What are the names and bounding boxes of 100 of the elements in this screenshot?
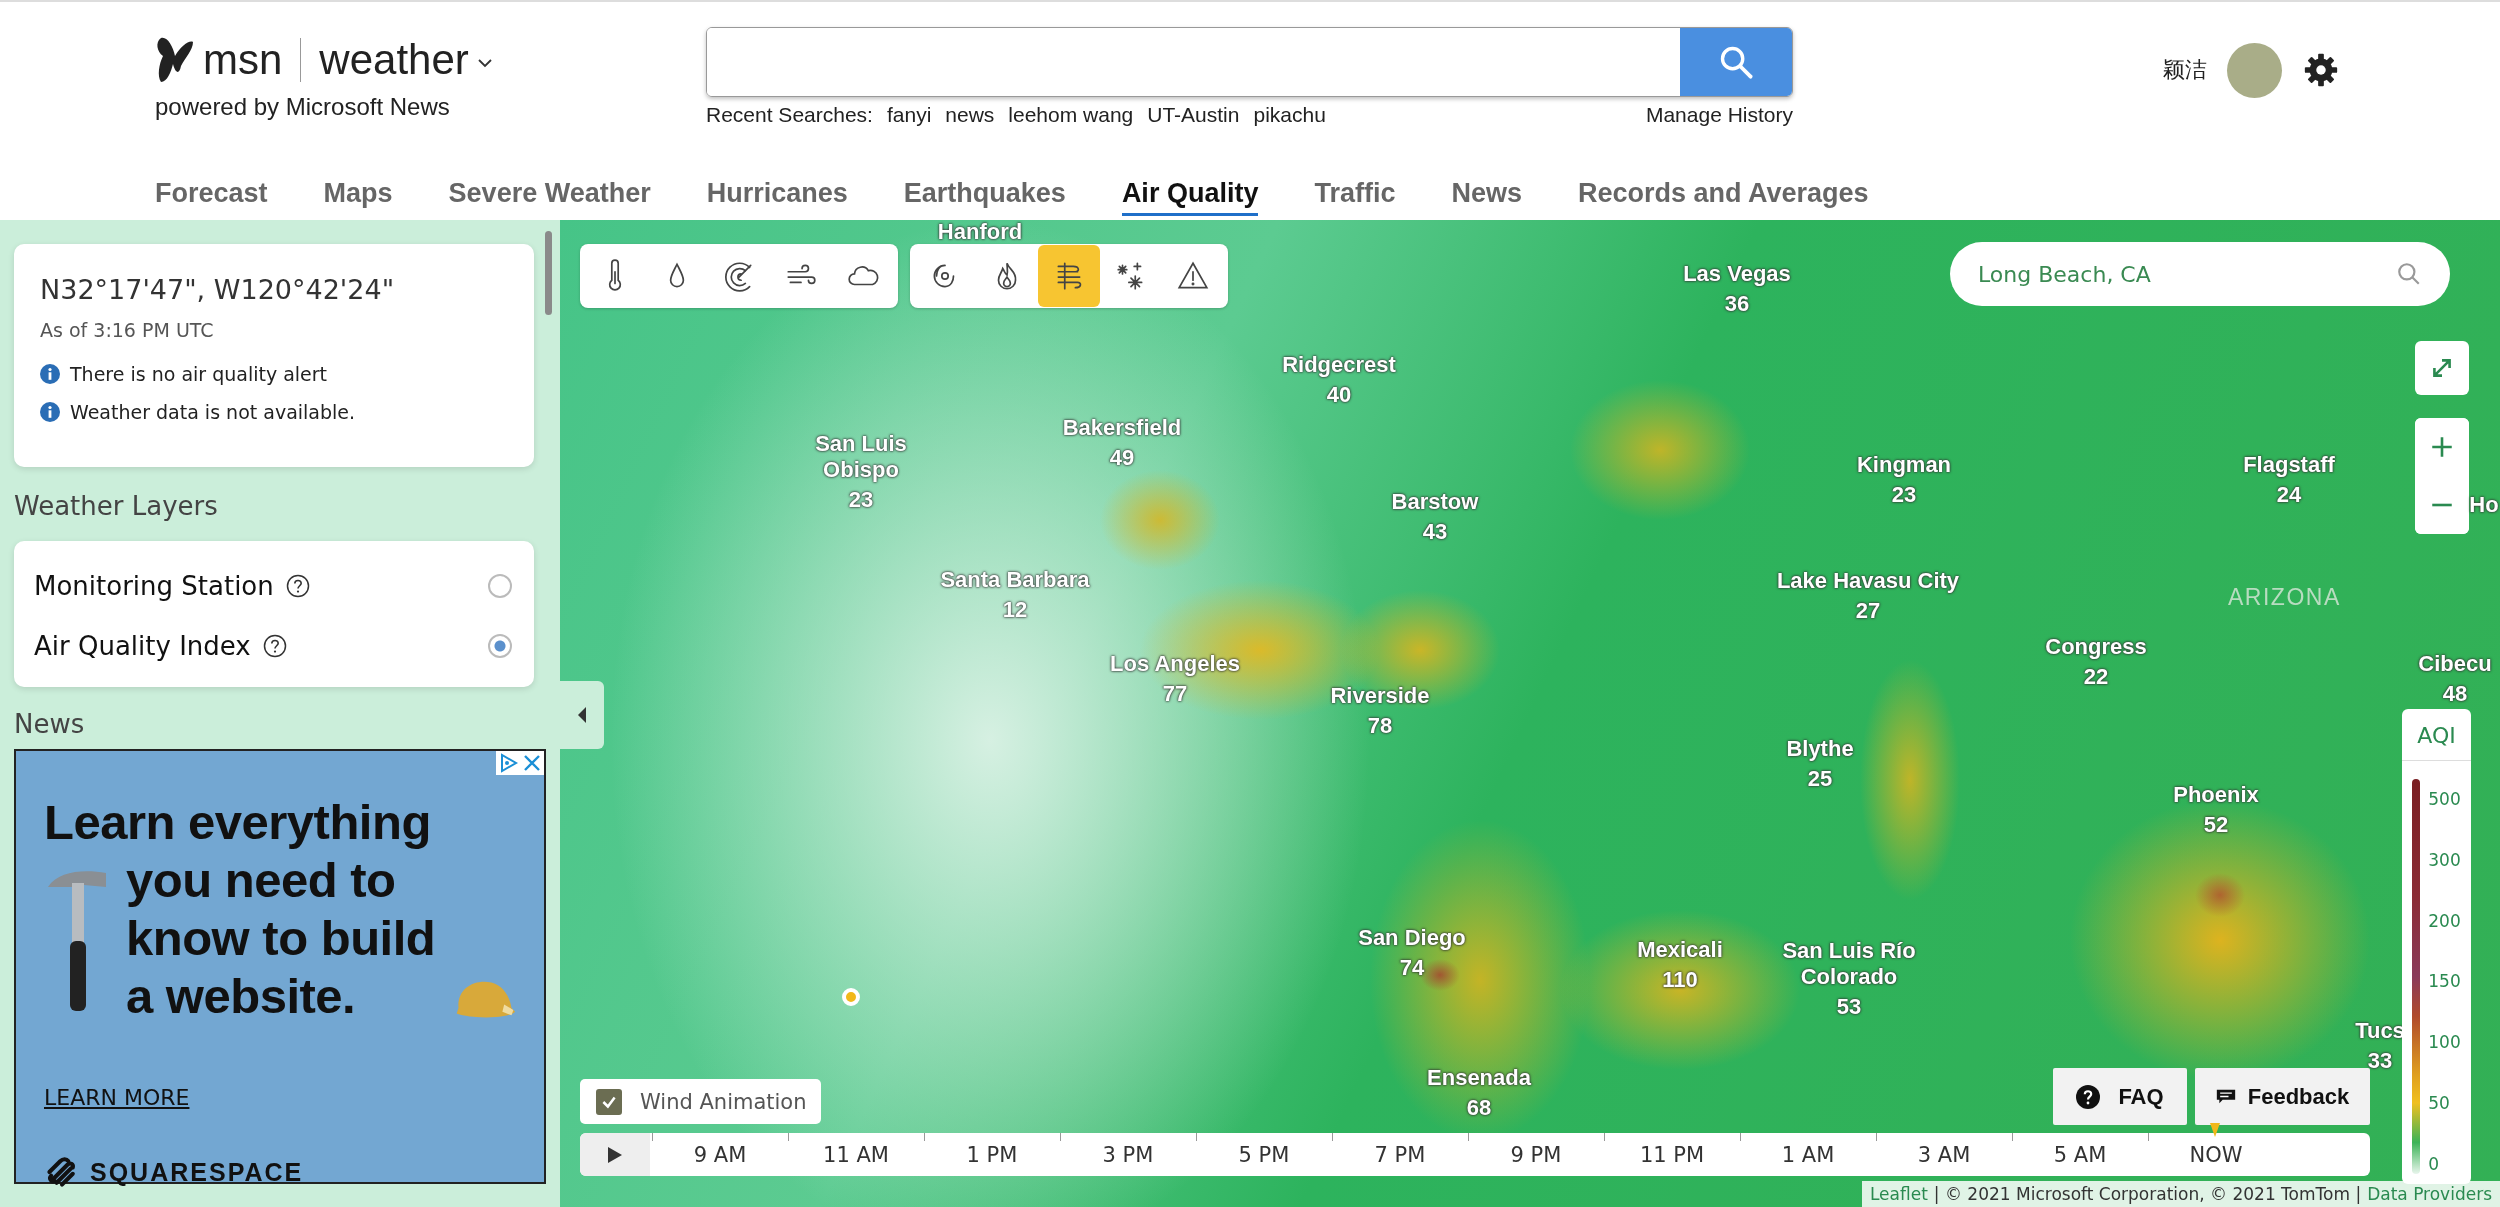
settings-icon[interactable] — [2302, 51, 2340, 89]
location-search-field[interactable]: Long Beach, CA — [1950, 242, 2450, 306]
nav-tab[interactable]: Records and Averages — [1578, 178, 1869, 216]
recent-search-link[interactable]: pikachu — [1253, 103, 1326, 127]
aqi-value: 24 — [2276, 482, 2302, 508]
recent-search-link[interactable]: news — [945, 103, 995, 127]
recent-search-link[interactable]: fanyi — [886, 103, 932, 127]
recent-search-link[interactable]: UT-Austin — [1147, 103, 1240, 127]
manage-history-link[interactable]: Manage History — [1645, 103, 1793, 127]
play-button[interactable] — [580, 1133, 650, 1176]
aqi-value: 52 — [2203, 812, 2229, 838]
legend-tick: 150 — [2428, 971, 2461, 992]
learn-more-link[interactable]: LEARN MORE — [44, 1085, 190, 1110]
product-name[interactable]: weather — [319, 36, 469, 84]
aqi-value: 77 — [1162, 681, 1188, 707]
nav-tab[interactable]: Hurricanes — [706, 178, 848, 216]
time-label[interactable]: 9 AM — [693, 1142, 747, 1167]
city-name: Bakersfield — [1062, 415, 1182, 441]
legend-tick: 200 — [2428, 910, 2461, 931]
advertisement[interactable]: Learn everything you need to know to build a website. LEARN MORE SQUARESPACE — [14, 749, 546, 1184]
copyright-text: | © 2021 Microsoft Corporation, © 2021 TomTom | — [1933, 1184, 2362, 1204]
time-label[interactable]: 3 AM — [1917, 1142, 1971, 1167]
leaflet-link[interactable]: Leaflet — [1869, 1184, 1928, 1204]
aqi-value: 25 — [1807, 766, 1833, 792]
timestamp: As of 3:16 PM UTC — [40, 319, 215, 341]
legend-tick: 100 — [2428, 1032, 2461, 1053]
layer-button[interactable] — [1038, 245, 1100, 307]
nav-tab[interactable]: Air Quality — [1121, 178, 1259, 216]
city-name: Ridgecrest — [1282, 352, 1396, 378]
city-name: Ho — [2469, 492, 2499, 518]
collapse-panel-button[interactable] — [560, 681, 604, 749]
time-label[interactable]: 7 PM — [1374, 1142, 1426, 1167]
avatar[interactable] — [2227, 42, 2282, 98]
search-icon — [1718, 44, 1754, 80]
time-label[interactable]: 5 AM — [2053, 1142, 2107, 1167]
radio-button[interactable] — [488, 634, 512, 658]
city-name: Barstow — [1391, 489, 1479, 515]
scrollbar-thumb[interactable] — [545, 231, 552, 315]
city-name: Tucs — [2355, 1018, 2405, 1044]
aqi-value: 33 — [2367, 1048, 2393, 1074]
data-providers-link[interactable]: Data Providers — [2367, 1184, 2492, 1204]
section-title: News — [14, 709, 86, 739]
layer-label[interactable]: Monitoring Station — [34, 571, 274, 601]
radio-button[interactable] — [488, 574, 512, 598]
legend-tick: 0 — [2428, 1153, 2441, 1174]
brand-name[interactable]: msn — [203, 36, 283, 84]
layer-label[interactable]: Air Quality Index — [34, 631, 251, 661]
city-name: Las Vegas — [1683, 261, 1791, 287]
city-name: San Luis Obispo — [814, 431, 908, 483]
legend-tick: 300 — [2428, 849, 2461, 870]
fullscreen-button[interactable] — [2415, 341, 2469, 395]
user-name[interactable]: 颖洁 — [2163, 55, 2207, 85]
search-icon[interactable] — [2396, 261, 2422, 287]
left-triangle-icon — [576, 705, 588, 725]
section-title: Weather Layers — [14, 491, 219, 521]
time-label[interactable]: NOW — [2189, 1142, 2243, 1167]
time-label[interactable]: 11 PM — [1639, 1142, 1705, 1167]
nav-tab[interactable]: Maps — [323, 178, 393, 216]
city-name: Los Angeles — [1110, 651, 1240, 677]
nav-tab[interactable]: Severe Weather — [448, 178, 651, 216]
time-label[interactable]: 3 PM — [1102, 1142, 1154, 1167]
aqi-value: 40 — [1326, 382, 1352, 408]
time-label[interactable]: 5 PM — [1238, 1142, 1290, 1167]
recent-searches-label: Recent Searches: — [706, 103, 873, 127]
nav-tab[interactable]: Forecast — [155, 178, 268, 216]
search-field[interactable] — [706, 27, 1793, 97]
aqi-value: 27 — [1855, 598, 1881, 624]
legend-title: AQI — [2402, 709, 2471, 761]
minus-icon — [2429, 503, 2455, 507]
city-name: Phoenix — [2173, 782, 2259, 808]
help-icon[interactable] — [285, 574, 310, 598]
legend-tick: 500 — [2428, 789, 2461, 809]
caret-icon[interactable] — [476, 58, 493, 68]
nav-tab[interactable]: Earthquakes — [903, 178, 1066, 216]
ad-brand: SQUARESPACE — [90, 1157, 304, 1187]
plus-icon — [2429, 434, 2455, 460]
wind-animation-checkbox[interactable]: Wind Animation — [580, 1079, 821, 1124]
aqi-value: 53 — [1836, 994, 1862, 1020]
time-label[interactable]: 11 AM — [823, 1142, 889, 1167]
recent-search-link[interactable]: leehom wang — [1008, 103, 1134, 127]
location-marker[interactable] — [842, 988, 860, 1006]
checkbox[interactable] — [596, 1088, 622, 1115]
feedback-button[interactable]: Feedback — [2195, 1068, 2370, 1125]
time-label[interactable]: 1 PM — [966, 1142, 1018, 1167]
aqi-value: 23 — [848, 487, 874, 513]
aqi-value: 22 — [2083, 664, 2109, 690]
nav-tab[interactable]: Traffic — [1314, 178, 1396, 216]
help-icon[interactable] — [262, 634, 287, 658]
search-button[interactable] — [1680, 28, 1792, 96]
state-label: ARIZONA — [2228, 584, 2341, 611]
playhead-marker[interactable] — [2210, 1123, 2220, 1137]
info-icon — [40, 364, 60, 384]
aqi-value: 49 — [1109, 445, 1135, 471]
time-label[interactable]: 1 AM — [1781, 1142, 1835, 1167]
faq-button[interactable]: FAQ — [2053, 1068, 2187, 1125]
city-name: Ensenada — [1427, 1065, 1531, 1091]
nav-tab[interactable]: News — [1451, 178, 1522, 216]
city-name: Riverside — [1330, 683, 1430, 709]
time-label[interactable]: 9 PM — [1510, 1142, 1562, 1167]
city-name: Santa Barbara — [940, 567, 1090, 593]
